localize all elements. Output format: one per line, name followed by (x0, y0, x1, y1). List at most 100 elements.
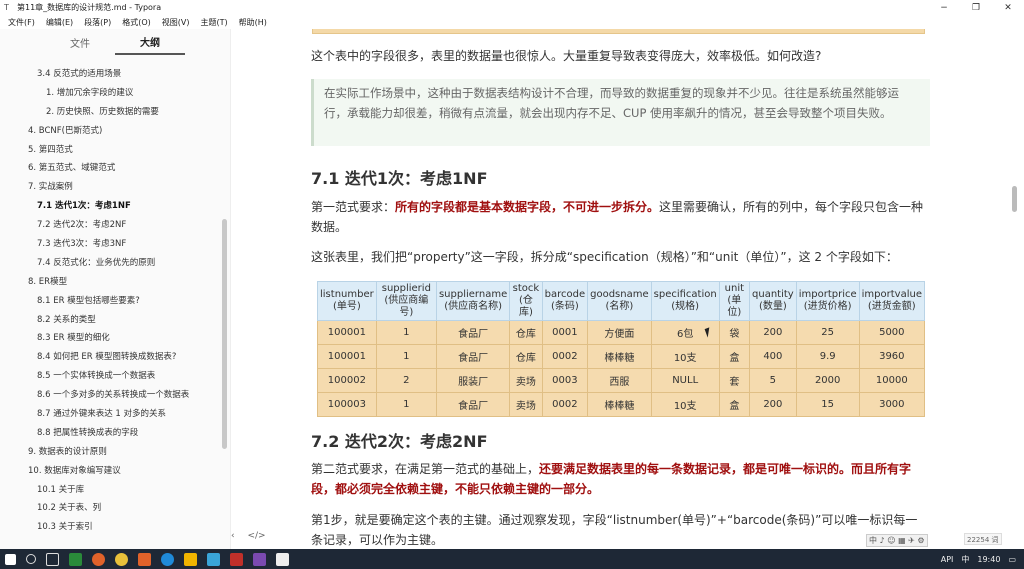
edge-icon[interactable] (161, 552, 174, 566)
menu-view[interactable]: 视图(V) (162, 17, 190, 28)
outline-item[interactable]: 7.3 迭代3次：考虑3NF (0, 235, 222, 254)
table-cell[interactable]: 3000 (858, 392, 926, 417)
menu-help[interactable]: 帮助(H) (239, 17, 267, 28)
table-cell[interactable]: 100002 (317, 368, 377, 393)
tray-lang[interactable]: 中 (961, 554, 969, 565)
menu-file[interactable]: 文件(F) (8, 17, 35, 28)
chrome-icon[interactable] (115, 552, 128, 566)
table-cell[interactable]: 10支 (650, 392, 720, 417)
table-cell[interactable]: 1 (375, 344, 437, 369)
outline-item[interactable]: 8.4 如何把 ER 模型图转换成数据表? (0, 348, 222, 367)
table-cell[interactable]: 棒棒糖 (587, 392, 652, 417)
table-cell[interactable]: 袋 (718, 320, 751, 345)
table-cell[interactable]: 3960 (858, 344, 926, 369)
firefox-icon[interactable] (92, 552, 105, 566)
table-cell[interactable]: 食品厂 (435, 344, 511, 369)
table-cell[interactable]: 100001 (317, 344, 377, 369)
table-cell[interactable]: 方便面 (587, 320, 652, 345)
table-cell[interactable]: 1 (375, 320, 437, 345)
editor-scrollbar[interactable] (1012, 186, 1017, 212)
table-cell[interactable]: 10000 (858, 368, 926, 393)
windows-start-icon[interactable] (5, 553, 16, 565)
outline-item[interactable]: 8.7 通过外键来表达 1 对多的关系 (0, 405, 222, 424)
table-cell[interactable]: 25 (795, 320, 860, 345)
menu-paragraph[interactable]: 段落(P) (84, 17, 111, 28)
outline-item[interactable]: 8. ER模型 (0, 273, 222, 292)
outline-item[interactable]: 7.4 反范式化：业务优先的原则 (0, 254, 222, 273)
folder-icon[interactable] (184, 552, 197, 566)
task-view-icon[interactable] (46, 552, 59, 566)
table-cell[interactable]: 10支 (650, 344, 720, 369)
app-icon-3[interactable] (207, 552, 220, 566)
close-button[interactable]: ✕ (992, 3, 1024, 13)
typora-taskbar-icon[interactable] (276, 552, 289, 566)
table-cell[interactable]: 2000 (795, 368, 860, 393)
table-cell[interactable]: 棒棒糖 (587, 344, 652, 369)
outline-item[interactable]: 8.6 一个多对多的关系转换成一个数据表 (0, 386, 222, 405)
outline-item[interactable]: 2. 历史快照、历史数据的需要 (0, 103, 222, 122)
outline-item[interactable]: 7.1 迭代1次：考虑1NF (0, 197, 222, 216)
outline-item[interactable]: 7.2 迭代2次：考虑2NF (0, 216, 222, 235)
menu-theme[interactable]: 主题(T) (200, 17, 227, 28)
outline-item[interactable]: 8.8 把属性转换成表的字段 (0, 424, 222, 443)
word-count[interactable]: 22254 词 (964, 533, 1002, 545)
app-icon-5[interactable] (253, 552, 266, 566)
table-cell[interactable]: NULL (650, 368, 720, 393)
table-cell[interactable]: 食品厂 (435, 320, 511, 345)
outline-item[interactable]: 5. 第四范式 (0, 141, 222, 160)
ime-toolbar[interactable]: 中 ♪ ☺ ▦ ✈ ⚙ (866, 534, 928, 547)
table-cell[interactable]: 5000 (858, 320, 926, 345)
table-cell[interactable]: 200 (749, 392, 797, 417)
outline-item[interactable]: 8.1 ER 模型包括哪些要素? (0, 292, 222, 311)
table-cell[interactable]: 0001 (541, 320, 589, 345)
editor-content[interactable]: 这个表中的字段很多，表里的数据量也很惊人。大量重复导致表变得庞大，效率极低。如何… (232, 29, 1014, 549)
table-cell[interactable]: 100003 (317, 392, 377, 417)
outline-item[interactable]: 7. 实战案例 (0, 178, 222, 197)
outline-item[interactable]: 6. 第五范式、域键范式 (0, 159, 222, 178)
outline-item[interactable]: 10.3 关于索引 (0, 518, 222, 535)
table-cell[interactable]: 0002 (541, 392, 589, 417)
outline-item[interactable]: 10.2 关于表、列 (0, 499, 222, 518)
table-cell[interactable]: 服装厂 (435, 368, 511, 393)
table-cell[interactable]: 400 (749, 344, 797, 369)
table-cell[interactable]: 仓库 (509, 344, 543, 369)
table-cell[interactable]: 盒 (718, 344, 751, 369)
table-cell[interactable]: 套 (718, 368, 751, 393)
sidebar-scrollbar[interactable] (222, 219, 227, 449)
outline-item[interactable]: 3.4 反范式的适用场景 (0, 65, 222, 84)
table-cell[interactable]: 100001 (317, 320, 377, 345)
outline-item[interactable]: 8.3 ER 模型的细化 (0, 329, 222, 348)
menu-edit[interactable]: 编辑(E) (46, 17, 73, 28)
table-cell[interactable]: 0002 (541, 344, 589, 369)
outline-item[interactable]: 4. BCNF(巴斯范式) (0, 122, 222, 141)
table-cell[interactable]: 仓库 (509, 320, 543, 345)
notification-icon[interactable]: ▭ (1008, 555, 1016, 564)
table-cell[interactable]: 9.9 (795, 344, 860, 369)
menu-format[interactable]: 格式(O) (122, 17, 151, 28)
outline-item[interactable]: 9. 数据表的设计原则 (0, 443, 222, 462)
table-cell[interactable]: 西服 (587, 368, 652, 393)
app-icon-2[interactable] (138, 552, 151, 566)
tray-label[interactable]: API (941, 555, 954, 564)
table-cell[interactable]: 0003 (541, 368, 589, 393)
outline-item[interactable]: 1. 增加冗余字段的建议 (0, 84, 222, 103)
table-cell[interactable]: 盒 (718, 392, 751, 417)
app-icon-1[interactable] (69, 552, 82, 566)
app-icon-4[interactable] (230, 552, 243, 566)
tab-files[interactable]: 文件 (45, 35, 115, 54)
outline-item[interactable]: 10. 数据库对象编写建议 (0, 462, 222, 481)
tab-outline[interactable]: 大纲 (115, 34, 185, 55)
search-icon[interactable] (26, 554, 36, 564)
table-cell[interactable]: 2 (375, 368, 437, 393)
outline-item[interactable]: 8.5 一个实体转换成一个数据表 (0, 367, 222, 386)
table-cell[interactable]: 卖场 (509, 392, 543, 417)
maximize-button[interactable]: ❐ (960, 3, 992, 13)
outline-item[interactable]: 10.1 关于库 (0, 481, 222, 500)
table-cell[interactable]: 食品厂 (435, 392, 511, 417)
outline-item[interactable]: 8.2 关系的类型 (0, 311, 222, 330)
minimize-button[interactable]: − (928, 3, 960, 13)
table-cell[interactable]: 15 (795, 392, 860, 417)
table-cell[interactable]: 卖场 (509, 368, 543, 393)
table-cell[interactable]: 5 (749, 368, 797, 393)
table-cell[interactable]: 1 (375, 392, 437, 417)
